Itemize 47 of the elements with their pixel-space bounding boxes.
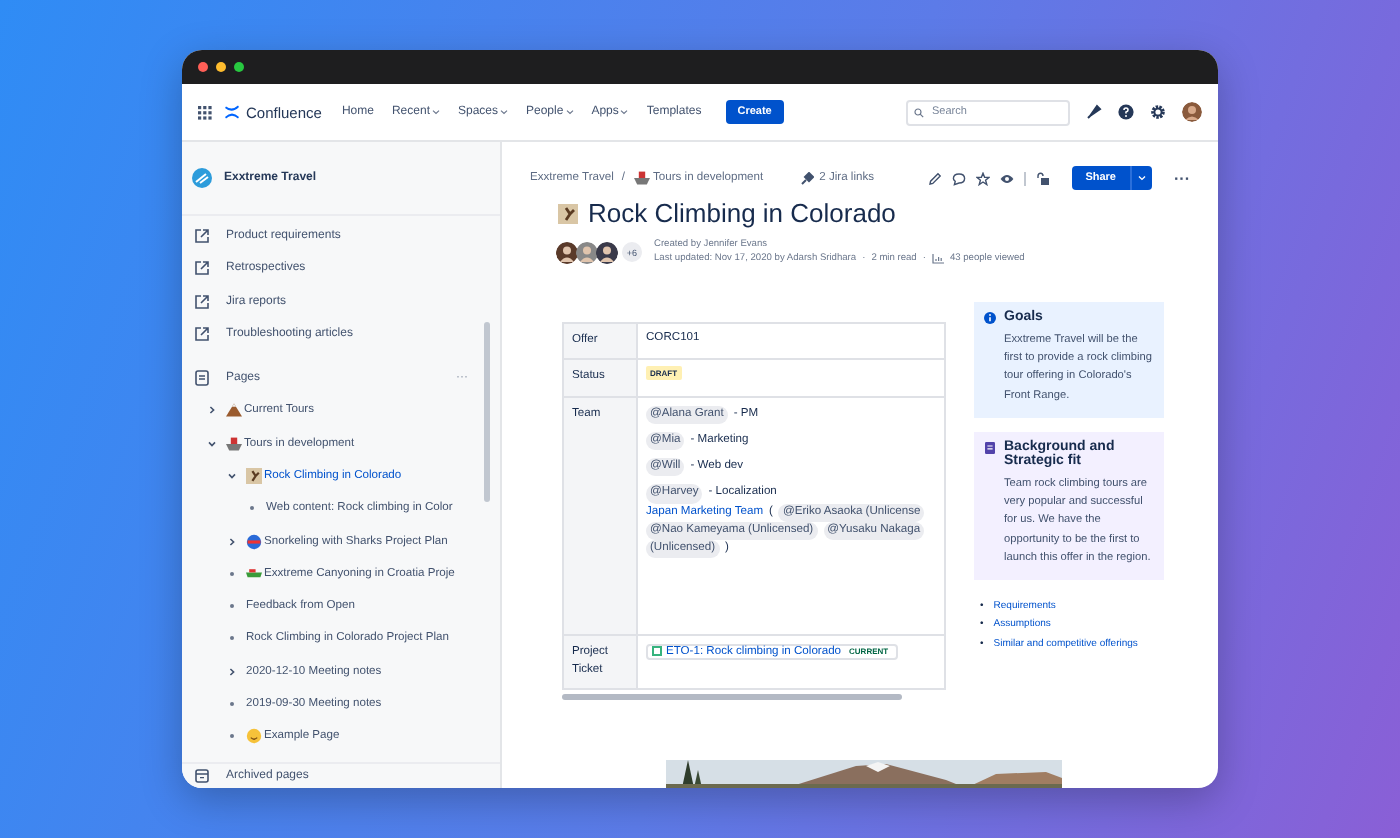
external-link-icon [194,293,210,310]
climber-icon [246,467,262,484]
page-title: Rock Climbing in Colorado [588,198,896,228]
comment-icon[interactable] [951,171,966,185]
lock-icon[interactable] [1035,171,1050,185]
pin-icon [799,171,814,185]
settings-icon[interactable] [1150,104,1166,120]
ticket-icon [652,646,662,657]
chevron-icon[interactable] [226,469,238,482]
scrollbar[interactable] [562,694,902,701]
more-button[interactable]: ··· [1174,169,1190,187]
caret-icon [1138,174,1146,182]
note-icon [984,441,996,454]
scrollbar[interactable] [484,322,490,502]
watch-icon[interactable] [999,171,1014,185]
climber-icon [558,203,578,223]
maximize-dot[interactable] [234,62,244,72]
contributor-avatar[interactable] [556,241,578,263]
external-link-icon [194,228,210,245]
chevron-icon[interactable] [226,535,238,548]
minimize-dot[interactable] [216,62,226,72]
contributor-avatar[interactable] [576,241,598,263]
contributor-avatar[interactable] [596,241,618,263]
smiley-icon [246,728,262,745]
star-icon[interactable] [975,171,990,185]
space-logo-icon[interactable] [192,168,212,188]
chevron-icon[interactable] [206,404,218,417]
info-icon [984,312,996,324]
ship-icon [226,435,242,452]
close-dot[interactable] [198,62,208,72]
external-link-icon [194,326,210,343]
chart-icon [931,254,944,264]
help-icon[interactable] [1118,104,1134,120]
external-link-icon [194,260,210,277]
chevron-icon[interactable] [226,665,238,678]
flag-icon [246,565,262,582]
search-icon [914,107,924,117]
edit-icon[interactable] [927,171,942,185]
logo-icon[interactable] [224,104,240,120]
chevron-icon[interactable] [206,437,218,450]
user-avatar[interactable] [1182,102,1202,122]
page-icon [194,370,210,387]
app-switcher-icon[interactable] [198,105,212,119]
archive-icon [194,768,210,784]
mountain-icon [226,402,242,419]
ship-icon [633,170,650,186]
ball-icon [246,533,262,550]
